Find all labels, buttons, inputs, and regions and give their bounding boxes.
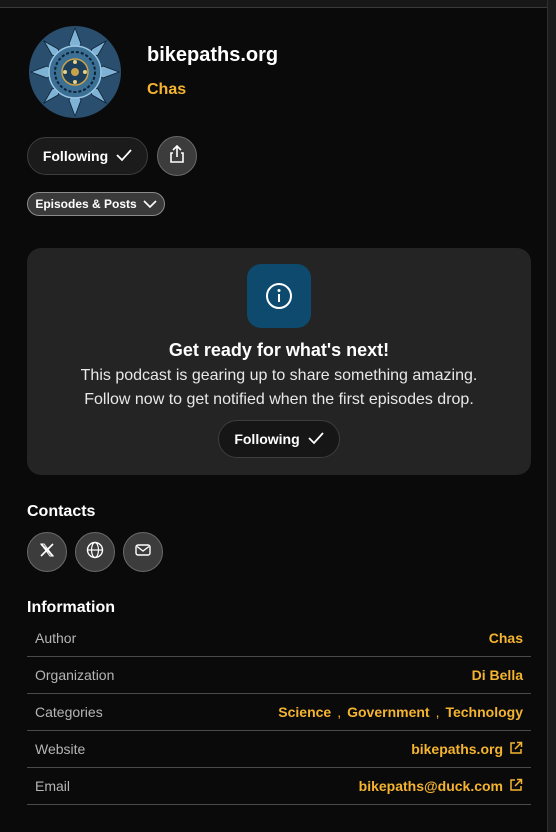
- email-link[interactable]: bikepaths@duck.com: [359, 778, 523, 795]
- email-link-button[interactable]: [123, 532, 163, 572]
- info-label: Categories: [35, 704, 103, 720]
- author-link[interactable]: Chas: [489, 630, 523, 646]
- category-separator: ,: [337, 704, 342, 720]
- card-description-line-1: This podcast is gearing up to share some…: [80, 367, 478, 384]
- following-button-label: Following: [42, 148, 109, 164]
- external-link-icon: [509, 778, 523, 795]
- category-link-government[interactable]: Government: [347, 704, 429, 720]
- podcast-cover-image: [27, 24, 123, 120]
- info-row-categories: Categories Science , Government , Techno…: [27, 694, 531, 731]
- email-value: bikepaths@duck.com: [358, 778, 503, 794]
- globe-icon: [86, 541, 104, 564]
- card-following-button[interactable]: Following: [218, 420, 340, 458]
- x-icon: [39, 542, 55, 563]
- top-bar: [0, 0, 548, 8]
- chevron-down-icon: [143, 197, 157, 211]
- coming-soon-card: Get ready for what's next! This podcast …: [27, 248, 531, 475]
- category-link-science[interactable]: Science: [278, 704, 331, 720]
- share-icon: [168, 144, 186, 169]
- website-link-button[interactable]: [75, 532, 115, 572]
- filter-label: Episodes & Posts: [35, 197, 137, 211]
- mail-icon: [135, 543, 151, 562]
- card-following-button-label: Following: [234, 431, 300, 447]
- checkmark-icon: [308, 431, 324, 448]
- categories-list: Science , Government , Technology: [278, 704, 523, 720]
- organization-link[interactable]: Di Bella: [472, 667, 523, 683]
- info-label: Author: [35, 630, 77, 646]
- info-row-organization: Organization Di Bella: [27, 657, 531, 694]
- info-row-author: Author Chas: [27, 620, 531, 657]
- info-label: Email: [35, 778, 71, 794]
- information-table: Author Chas Organization Di Bella Catego…: [27, 620, 531, 805]
- scrollbar-track[interactable]: [547, 0, 556, 832]
- info-label: Website: [35, 741, 86, 757]
- information-heading: Information: [27, 599, 115, 616]
- contacts-heading: Contacts: [27, 503, 96, 520]
- card-description-line-2: Follow now to get notified when the firs…: [84, 391, 474, 408]
- podcast-author-link[interactable]: Chas: [147, 81, 186, 99]
- website-value: bikepaths.org: [411, 741, 503, 757]
- checkmark-icon: [116, 148, 132, 165]
- category-link-technology[interactable]: Technology: [445, 704, 523, 720]
- info-row-website: Website bikepaths.org: [27, 731, 531, 768]
- following-button[interactable]: Following: [27, 137, 148, 175]
- website-link[interactable]: bikepaths.org: [411, 741, 523, 758]
- podcast-title: bikepaths.org: [147, 44, 279, 66]
- info-label: Organization: [35, 667, 115, 683]
- info-icon: [247, 264, 311, 328]
- external-link-icon: [509, 741, 523, 758]
- x-link-button[interactable]: [27, 532, 67, 572]
- category-separator: ,: [435, 704, 440, 720]
- episodes-posts-filter-dropdown[interactable]: Episodes & Posts: [27, 192, 165, 216]
- card-title: Get ready for what's next!: [168, 340, 390, 360]
- share-button[interactable]: [157, 136, 197, 176]
- info-row-email: Email bikepaths@duck.com: [27, 768, 531, 805]
